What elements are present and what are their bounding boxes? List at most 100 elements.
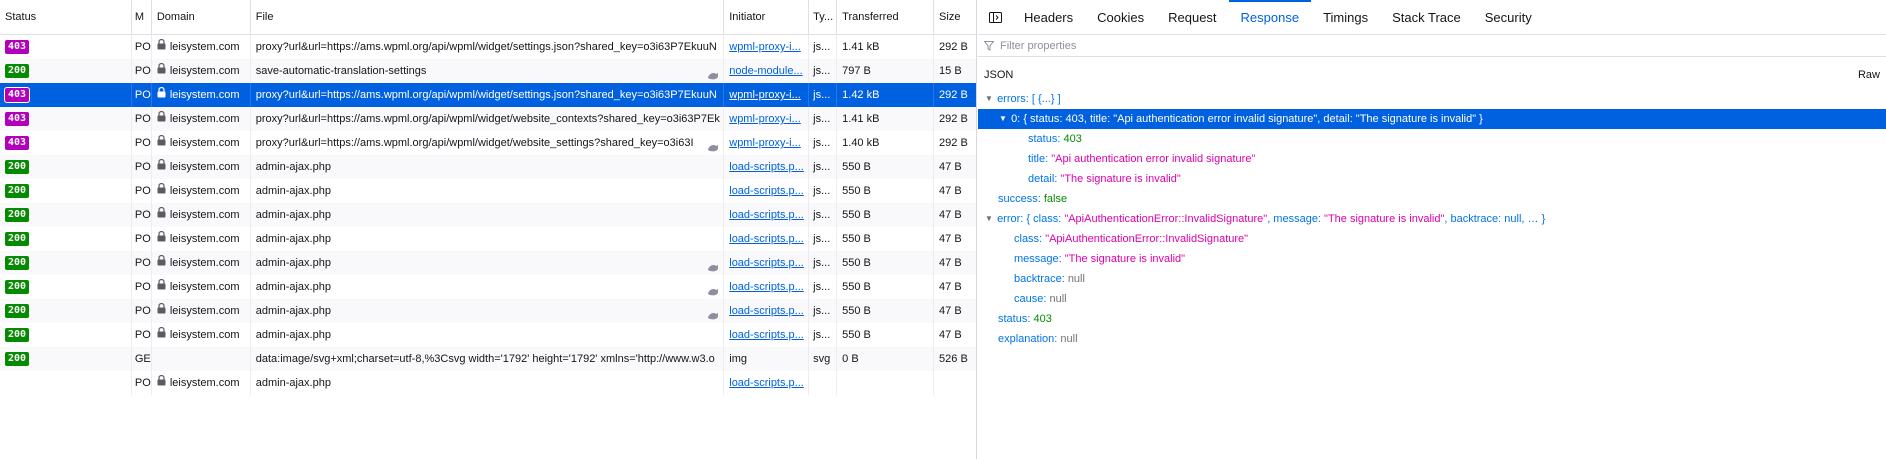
table-row[interactable]: 200 PO leisystem.com admin-ajax.php load-scr… <box>0 275 976 299</box>
cell-status <box>0 371 132 395</box>
cell-initiator: load-scripts.p... <box>724 251 810 275</box>
column-header-domain[interactable]: Domain <box>152 0 251 35</box>
cell-domain: leisystem.com <box>152 227 251 251</box>
cell-method: PO <box>132 227 152 251</box>
tree-key: success: <box>998 193 1041 205</box>
expanded-arrow-icon[interactable]: ▼ <box>998 109 1008 129</box>
expanded-arrow-icon[interactable]: ▼ <box>984 209 994 229</box>
table-row[interactable]: 200 PO leisystem.com admin-ajax.php load-scr… <box>0 323 976 347</box>
initiator-link[interactable]: load-scripts.p... <box>729 305 804 317</box>
cell-transferred: 550 B <box>837 275 935 299</box>
table-row[interactable]: 200 PO leisystem.com admin-ajax.php load-scr… <box>0 299 976 323</box>
column-header-initiator[interactable]: Initiator <box>724 0 810 35</box>
sidebar-toggle-icon <box>988 11 1002 23</box>
column-header-method[interactable]: M <box>132 0 152 35</box>
file-text: admin-ajax.php <box>255 329 331 341</box>
tab-timings[interactable]: Timings <box>1311 0 1380 34</box>
tree-value: 403 <box>1033 313 1052 325</box>
tab-request[interactable]: Request <box>1156 0 1228 34</box>
cell-initiator: load-scripts.p... <box>724 275 810 299</box>
cell-file: admin-ajax.php <box>251 299 725 323</box>
initiator-link[interactable]: load-scripts.p... <box>729 377 804 389</box>
table-row[interactable]: 200 PO leisystem.com admin-ajax.php load-scr… <box>0 251 976 275</box>
cell-file: save-automatic-translation-settings <box>251 59 725 83</box>
column-header-size[interactable]: Size <box>934 0 976 35</box>
cell-initiator: img <box>724 347 810 371</box>
cell-type: svg <box>809 347 838 371</box>
cell-transferred: 797 B <box>837 59 935 83</box>
cell-size: 292 B <box>934 131 976 155</box>
tab-cookies[interactable]: Cookies <box>1085 0 1156 34</box>
table-row[interactable]: 200 PO leisystem.com admin-ajax.php load-scr… <box>0 155 976 179</box>
method-text: GE <box>134 353 151 365</box>
type-text: js... <box>813 185 831 197</box>
table-row[interactable]: 200 PO leisystem.com save-automatic-transla… <box>0 59 976 83</box>
initiator-link[interactable]: load-scripts.p... <box>729 281 804 293</box>
table-row[interactable]: 200 GE data:image/svg+xml;charset=utf-8,%3… <box>0 347 976 371</box>
table-row[interactable]: 403 PO leisystem.com proxy?url&url=https://… <box>0 131 976 155</box>
tree-node-cause[interactable]: cause: null <box>978 289 1886 309</box>
tab-security[interactable]: Security <box>1473 0 1544 34</box>
method-text: PO <box>134 185 151 197</box>
initiator-link[interactable]: load-scripts.p... <box>729 257 804 269</box>
tree-node-backtrace[interactable]: backtrace: null <box>978 269 1886 289</box>
table-row[interactable]: 200 PO leisystem.com admin-ajax.php load-scr… <box>0 179 976 203</box>
tracker-icon <box>707 282 719 299</box>
column-header-transferred[interactable]: Transferred <box>837 0 935 35</box>
tab-stack-trace[interactable]: Stack Trace <box>1380 0 1473 34</box>
table-row[interactable]: 403 PO leisystem.com proxy?url&url=https://… <box>0 107 976 131</box>
raw-toggle[interactable]: Raw <box>1858 69 1880 81</box>
expanded-arrow-icon[interactable]: ▼ <box>984 89 994 109</box>
initiator-link[interactable]: load-scripts.p... <box>729 209 804 221</box>
initiator-link[interactable]: load-scripts.p... <box>729 329 804 341</box>
table-row[interactable]: PO leisystem.com admin-ajax.php load-script… <box>0 371 976 395</box>
cell-method: PO <box>132 83 152 107</box>
table-row[interactable]: 200 PO leisystem.com admin-ajax.php load-scr… <box>0 227 976 251</box>
size-text: 47 B <box>939 185 962 197</box>
cell-status: 403 <box>0 107 132 131</box>
tree-node-class[interactable]: class: "ApiAuthenticationError::InvalidS… <box>978 229 1886 249</box>
tree-node-errors-0[interactable]: ▼ 0: { status: 403, title: "Api authenti… <box>978 109 1886 129</box>
tree-node-message[interactable]: message: "The signature is invalid" <box>978 249 1886 269</box>
table-row[interactable]: 403 PO leisystem.com proxy?url&url=https://… <box>0 83 976 107</box>
tree-node-detail[interactable]: detail: "The signature is invalid" <box>978 169 1886 189</box>
initiator-link[interactable]: wpml-proxy-i... <box>729 41 801 53</box>
cell-initiator: load-scripts.p... <box>724 371 810 395</box>
cell-size: 47 B <box>934 227 976 251</box>
size-text: 292 B <box>939 113 968 125</box>
tree-node-title[interactable]: title: "Api authentication error invalid… <box>978 149 1886 169</box>
cell-type: js... <box>809 299 838 323</box>
cell-size: 47 B <box>934 203 976 227</box>
tree-node-status-root[interactable]: status: 403 <box>978 309 1886 329</box>
initiator-link[interactable]: load-scripts.p... <box>729 161 804 173</box>
size-text: 526 B <box>939 353 968 365</box>
column-header-file[interactable]: File <box>251 0 725 35</box>
initiator-link[interactable]: wpml-proxy-i... <box>729 113 801 125</box>
table-row[interactable]: 200 PO leisystem.com admin-ajax.php load-scr… <box>0 203 976 227</box>
type-text: js... <box>813 257 831 269</box>
lock-icon <box>157 107 166 131</box>
cell-method: PO <box>132 251 152 275</box>
transferred-text: 550 B <box>842 233 871 245</box>
initiator-link[interactable]: node-module... <box>729 65 802 77</box>
tree-node-status[interactable]: status: 403 <box>978 129 1886 149</box>
tab-response[interactable]: Response <box>1228 0 1312 34</box>
tree-node-errors[interactable]: ▼ errors: [ {...} ] <box>978 89 1886 109</box>
tree-node-explanation[interactable]: explanation: null <box>978 329 1886 349</box>
filter-properties-input[interactable] <box>1000 39 1400 52</box>
tree-node-success[interactable]: success: false <box>978 189 1886 209</box>
column-header-type[interactable]: Ty... <box>809 0 838 35</box>
initiator-link[interactable]: load-scripts.p... <box>729 233 804 245</box>
initiator-link[interactable]: load-scripts.p... <box>729 185 804 197</box>
initiator-link[interactable]: wpml-proxy-i... <box>729 89 801 101</box>
toggle-sidebar-button[interactable] <box>978 0 1012 34</box>
tree-node-error[interactable]: ▼ error: { class: "ApiAuthenticationErro… <box>978 209 1886 229</box>
table-row[interactable]: 403 PO leisystem.com proxy?url&url=https://… <box>0 35 976 59</box>
cell-status: 200 <box>0 251 132 275</box>
initiator-link[interactable]: wpml-proxy-i... <box>729 137 801 149</box>
size-text: 47 B <box>939 329 962 341</box>
column-header-status[interactable]: Status <box>0 0 132 35</box>
size-text: 47 B <box>939 281 962 293</box>
type-text: js... <box>813 329 831 341</box>
tab-headers[interactable]: Headers <box>1012 0 1085 34</box>
